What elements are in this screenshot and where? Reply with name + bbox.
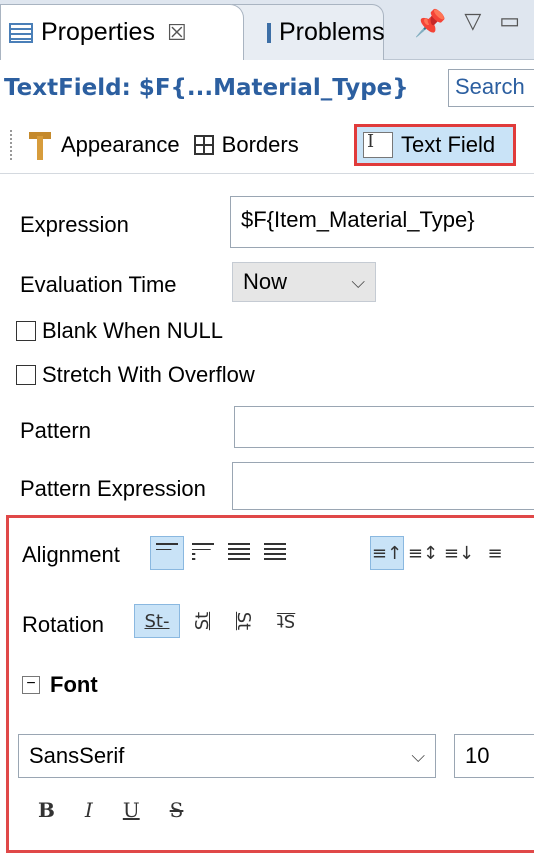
text-field-icon: I bbox=[363, 132, 393, 158]
tab-problems[interactable]: Problems bbox=[232, 4, 385, 60]
align-middle-button[interactable]: ≡↕ bbox=[406, 536, 440, 570]
section-appearance-label: Appearance bbox=[61, 131, 180, 157]
align-right-button[interactable] bbox=[222, 536, 256, 570]
font-style-group: B I U S bbox=[38, 798, 183, 822]
pin-icon[interactable]: 📌 bbox=[414, 8, 446, 39]
element-title: TextField: $F{...Material_Type} bbox=[4, 75, 409, 101]
pattern-expression-field[interactable] bbox=[232, 462, 534, 510]
section-text-field-label: Text Field bbox=[401, 132, 496, 157]
align-justify-icon bbox=[264, 543, 286, 563]
minimize-icon[interactable]: ▭ bbox=[499, 8, 520, 39]
align-center-icon bbox=[192, 543, 214, 563]
bold-button[interactable]: B bbox=[38, 798, 55, 822]
search-field[interactable]: Search bbox=[448, 69, 534, 107]
borders-icon bbox=[193, 134, 214, 155]
section-borders[interactable]: Borders bbox=[193, 131, 299, 158]
align-left-icon bbox=[156, 543, 178, 563]
align-bottom-button[interactable]: ≡↓ bbox=[442, 536, 476, 570]
view-tab-bar: Problems Properties ☒ 📌 ▽ ▭ bbox=[0, 0, 534, 60]
appearance-icon bbox=[27, 130, 53, 160]
properties-icon bbox=[9, 22, 33, 43]
chevron-down-icon: ⌵ bbox=[411, 745, 425, 766]
view-menu-icon[interactable]: ▽ bbox=[464, 8, 481, 39]
font-family-select[interactable]: SansSerif ⌵ bbox=[18, 734, 436, 778]
tab-properties[interactable]: Properties ☒ bbox=[0, 4, 244, 60]
problems-icon bbox=[267, 22, 271, 43]
align-justify-button[interactable] bbox=[258, 536, 292, 570]
align-right-icon bbox=[228, 543, 250, 563]
section-borders-label: Borders bbox=[221, 131, 299, 157]
align-vertical-justify-button[interactable]: ≡ bbox=[478, 536, 512, 570]
view-toolbar: 📌 ▽ ▭ bbox=[414, 8, 520, 39]
section-text-field[interactable]: I Text Field bbox=[354, 124, 516, 166]
close-tab-icon[interactable]: ☒ bbox=[167, 20, 187, 46]
chevron-down-icon: ⌵ bbox=[351, 271, 365, 292]
blank-when-null-label: Blank When NULL bbox=[42, 318, 223, 343]
font-family-value: SansSerif bbox=[29, 743, 125, 768]
align-center-button[interactable] bbox=[186, 536, 220, 570]
strikethrough-button[interactable]: S bbox=[170, 798, 184, 822]
evaluation-time-value: Now bbox=[243, 269, 288, 294]
stretch-with-overflow-checkbox[interactable] bbox=[16, 365, 36, 385]
collapse-icon[interactable]: − bbox=[22, 676, 40, 694]
pattern-expression-label: Pattern Expression bbox=[20, 476, 206, 501]
rotation-left-button[interactable]: St bbox=[185, 601, 219, 641]
expression-field[interactable]: $F{Item_Material_Type} bbox=[230, 196, 534, 248]
rotation-group: St- St St St bbox=[134, 604, 308, 638]
horizontal-alignment-group bbox=[150, 536, 294, 570]
section-appearance[interactable]: Appearance bbox=[27, 130, 180, 160]
italic-button[interactable]: I bbox=[85, 798, 93, 822]
evaluation-time-label: Evaluation Time bbox=[20, 272, 177, 297]
pattern-label: Pattern bbox=[20, 418, 91, 443]
align-left-button[interactable] bbox=[150, 536, 184, 570]
rotation-upside-down-button[interactable]: St bbox=[266, 604, 306, 638]
properties-header: TextField: $F{...Material_Type} Search bbox=[0, 60, 534, 116]
section-toolbar: Appearance Borders I Text Field bbox=[0, 116, 534, 174]
rotation-right-button[interactable]: St bbox=[227, 601, 261, 641]
rotation-none-button[interactable]: St- bbox=[134, 604, 180, 638]
stretch-with-overflow-label: Stretch With Overflow bbox=[42, 362, 255, 387]
blank-when-null-row[interactable]: Blank When NULL bbox=[16, 318, 223, 344]
blank-when-null-checkbox[interactable] bbox=[16, 321, 36, 341]
font-size-field[interactable]: 10 bbox=[454, 734, 534, 778]
evaluation-time-select[interactable]: Now ⌵ bbox=[232, 262, 376, 302]
alignment-label: Alignment bbox=[22, 542, 120, 567]
expression-label: Expression bbox=[20, 212, 129, 237]
rotation-label: Rotation bbox=[22, 612, 104, 637]
vertical-alignment-group: ≡↑ ≡↕ ≡↓ ≡ bbox=[370, 536, 514, 570]
tab-problems-label: Problems bbox=[279, 18, 385, 46]
font-section-header[interactable]: − Font bbox=[22, 672, 98, 698]
tab-properties-label: Properties bbox=[41, 18, 155, 46]
toolbar-grip bbox=[10, 129, 13, 160]
font-section-label: Font bbox=[50, 672, 98, 697]
stretch-with-overflow-row[interactable]: Stretch With Overflow bbox=[16, 362, 255, 388]
underline-button[interactable]: U bbox=[123, 798, 140, 822]
align-top-button[interactable]: ≡↑ bbox=[370, 536, 404, 570]
pattern-field[interactable] bbox=[234, 406, 534, 448]
